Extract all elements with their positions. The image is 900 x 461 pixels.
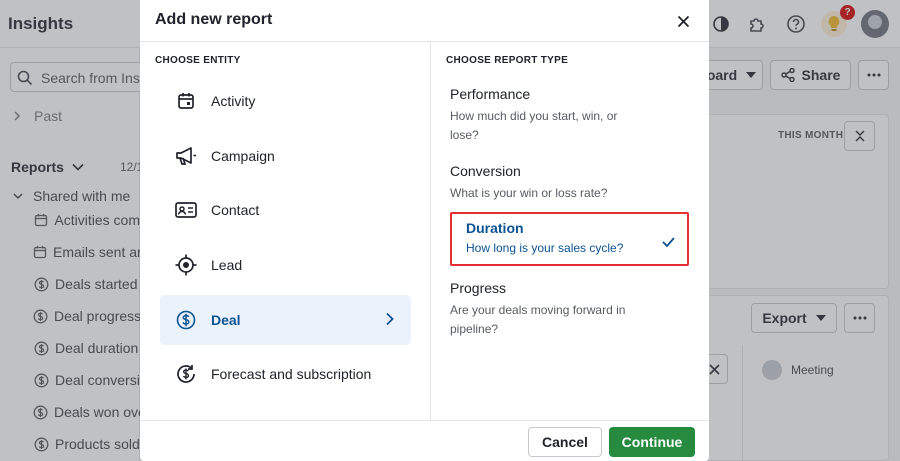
entity-option-campaign[interactable]: Campaign — [160, 132, 411, 180]
report-type-title: Performance — [450, 86, 531, 102]
report-type-conversion[interactable]: Conversion What is your win or loss rate… — [450, 163, 690, 203]
modal-header: Add new report — [140, 0, 709, 42]
entity-option-lead[interactable]: Lead — [160, 241, 411, 289]
report-type-description: How long is your sales cycle? — [466, 241, 624, 255]
report-type-description: How much did you start, win, or lose? — [450, 109, 618, 142]
entity-label: Campaign — [211, 148, 275, 164]
entity-option-deal[interactable]: Deal — [160, 295, 411, 345]
close-modal-button[interactable] — [673, 11, 693, 31]
forecast-dollar-icon — [175, 363, 197, 385]
continue-button[interactable]: Continue — [609, 427, 695, 457]
megaphone-icon — [175, 145, 197, 167]
report-type-description: What is your win or loss rate? — [450, 186, 608, 200]
report-type-progress[interactable]: Progress Are your deals moving forward i… — [450, 280, 690, 339]
entity-label: Forecast and subscription — [211, 366, 372, 382]
choose-entity-label: CHOOSE ENTITY — [155, 55, 241, 66]
report-type-title: Progress — [450, 280, 507, 296]
modal-title: Add new report — [155, 11, 273, 28]
column-divider — [430, 42, 431, 420]
modal-footer: Cancel Continue — [140, 420, 709, 461]
contact-card-icon — [175, 199, 197, 221]
report-type-description: Are your deals moving forward in pipelin… — [450, 303, 626, 336]
chevron-right-icon — [385, 312, 394, 331]
calendar-icon — [175, 90, 197, 112]
entity-option-forecast[interactable]: Forecast and subscription — [160, 350, 411, 398]
add-report-modal: Add new report CHOOSE ENTITY CHOOSE REPO… — [140, 0, 709, 461]
entity-label: Deal — [211, 312, 241, 328]
target-icon — [175, 254, 197, 276]
entity-label: Contact — [211, 202, 260, 218]
cancel-button[interactable]: Cancel — [528, 427, 602, 457]
entity-option-contact[interactable]: Contact — [160, 186, 411, 234]
report-type-title: Duration — [466, 220, 524, 236]
report-type-performance[interactable]: Performance How much did you start, win,… — [450, 86, 690, 145]
dollar-circle-icon — [175, 309, 197, 331]
close-icon — [677, 15, 689, 27]
choose-report-type-label: CHOOSE REPORT TYPE — [446, 55, 569, 66]
entity-label: Lead — [211, 257, 243, 273]
report-type-duration[interactable]: Duration How long is your sales cycle? — [450, 212, 689, 266]
checkmark-icon — [662, 234, 675, 252]
report-type-title: Conversion — [450, 163, 521, 179]
entity-label: Activity — [211, 93, 256, 109]
entity-option-activity[interactable]: Activity — [160, 77, 411, 125]
